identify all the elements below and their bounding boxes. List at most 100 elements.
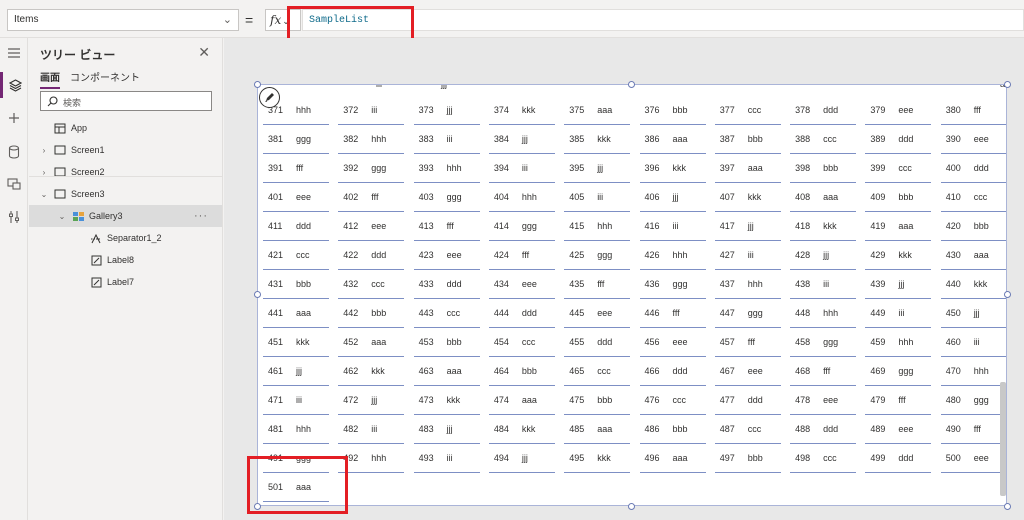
gallery-item[interactable]: 452 aaa	[338, 328, 405, 357]
gallery-item[interactable]: 431 bbb	[263, 270, 329, 299]
tree-node-screen2[interactable]: › Screen2	[29, 161, 222, 183]
gallery-item[interactable]: 429 kkk	[865, 241, 932, 270]
gallery-item[interactable]: 411 ddd	[263, 212, 329, 241]
gallery-item[interactable]: 457 fff	[714, 328, 781, 357]
gallery-item[interactable]: 432 ccc	[338, 270, 405, 299]
gallery-item[interactable]: 375 aaa	[564, 96, 631, 125]
gallery-item[interactable]: 479 fff	[865, 386, 932, 415]
gallery-item[interactable]: 393 hhh	[413, 154, 480, 183]
resize-handle[interactable]	[1004, 81, 1011, 88]
gallery-item[interactable]: 386 aaa	[639, 125, 706, 154]
gallery-item[interactable]: 483 jjj	[413, 415, 480, 444]
gallery-item[interactable]: 455 ddd	[564, 328, 631, 357]
gallery-item[interactable]: 480 ggg	[940, 386, 1006, 415]
gallery-item[interactable]: 391 fff	[263, 154, 329, 183]
gallery-item[interactable]: 392 ggg	[338, 154, 405, 183]
gallery-item[interactable]: 396 kkk	[639, 154, 706, 183]
gallery-item[interactable]: 372 iii	[338, 96, 405, 125]
gallery-item[interactable]: 450 jjj	[940, 299, 1006, 328]
gallery-item[interactable]: 468 fff	[790, 357, 857, 386]
gallery-item[interactable]: 486 bbb	[639, 415, 706, 444]
gallery-item[interactable]: 381 ggg	[263, 125, 329, 154]
gallery-item[interactable]: 447 ggg	[714, 299, 781, 328]
gallery-item[interactable]: 459 hhh	[865, 328, 932, 357]
gallery-item[interactable]: 474 aaa	[488, 386, 555, 415]
gallery-item[interactable]: 423 eee	[413, 241, 480, 270]
gallery-item[interactable]: 444 ddd	[488, 299, 555, 328]
tree-node-label8[interactable]: Label8	[29, 249, 222, 271]
gallery-item[interactable]: 383 iii	[413, 125, 480, 154]
gallery-item[interactable]: 491 ggg	[263, 444, 329, 473]
gallery-item[interactable]: 463 aaa	[413, 357, 480, 386]
gallery-item[interactable]: 378 ddd	[790, 96, 857, 125]
gallery-item[interactable]: 426 hhh	[639, 241, 706, 270]
gallery-item[interactable]: 501 aaa	[263, 473, 329, 502]
gallery-item[interactable]: 473 kkk	[413, 386, 480, 415]
data-button[interactable]	[0, 139, 28, 165]
gallery-item[interactable]: 389 ddd	[865, 125, 932, 154]
gallery-item[interactable]: 469 ggg	[865, 357, 932, 386]
gallery-item[interactable]: 398 bbb	[790, 154, 857, 183]
gallery-item[interactable]: 488 ddd	[790, 415, 857, 444]
gallery-item[interactable]: 460 iii	[940, 328, 1006, 357]
tree-node-screen3[interactable]: ⌄ Screen3	[29, 183, 222, 205]
gallery-item[interactable]: 448 hhh	[790, 299, 857, 328]
gallery-item[interactable]: 477 ddd	[714, 386, 781, 415]
gallery-item[interactable]: 400 ddd	[940, 154, 1006, 183]
gallery-item[interactable]: 425 ggg	[564, 241, 631, 270]
more-options-icon[interactable]: ···	[194, 210, 208, 222]
gallery-scrollbar[interactable]	[1000, 382, 1006, 496]
gallery-item[interactable]: 472 jjj	[338, 386, 405, 415]
gallery-item[interactable]: 462 kkk	[338, 357, 405, 386]
gallery-item[interactable]: 451 kkk	[263, 328, 329, 357]
gallery-item[interactable]: 467 eee	[714, 357, 781, 386]
gallery-item[interactable]: 497 bbb	[714, 444, 781, 473]
gallery-item[interactable]: 428 jjj	[790, 241, 857, 270]
edit-gallery-button[interactable]	[259, 87, 280, 108]
close-icon[interactable]: ✕	[198, 44, 210, 61]
resize-handle[interactable]	[254, 503, 261, 510]
resize-handle[interactable]	[1004, 503, 1011, 510]
gallery-item[interactable]: 485 aaa	[564, 415, 631, 444]
gallery-item[interactable]: 437 hhh	[714, 270, 781, 299]
gallery-item[interactable]: 404 hhh	[488, 183, 555, 212]
tree-node-gallery3[interactable]: ⌄ Gallery3 ···	[29, 205, 222, 227]
gallery-item[interactable]: 374 kkk	[488, 96, 555, 125]
gallery-item[interactable]: 494 jjj	[488, 444, 555, 473]
gallery-item[interactable]: 409 bbb	[865, 183, 932, 212]
gallery-item[interactable]: 454 ccc	[488, 328, 555, 357]
gallery-item[interactable]: 453 bbb	[413, 328, 480, 357]
gallery-item[interactable]: 395 jjj	[564, 154, 631, 183]
gallery-item[interactable]: 373 jjj	[413, 96, 480, 125]
gallery-item[interactable]: 406 jjj	[639, 183, 706, 212]
fx-button[interactable]: fx⌄	[265, 9, 301, 31]
gallery-item[interactable]: 401 eee	[263, 183, 329, 212]
gallery-item[interactable]: 424 fff	[488, 241, 555, 270]
gallery-item[interactable]: 412 eee	[338, 212, 405, 241]
resize-handle[interactable]	[254, 291, 261, 298]
gallery-item[interactable]: 421 ccc	[263, 241, 329, 270]
gallery-item[interactable]: 449 iii	[865, 299, 932, 328]
gallery-item[interactable]: 476 ccc	[639, 386, 706, 415]
gallery-item[interactable]: 399 ccc	[865, 154, 932, 183]
gallery-item[interactable]: 499 ddd	[865, 444, 932, 473]
resize-handle[interactable]	[1004, 291, 1011, 298]
gallery-item[interactable]: 464 bbb	[488, 357, 555, 386]
gallery-item[interactable]: 461 jjj	[263, 357, 329, 386]
gallery-item[interactable]: 492 hhh	[338, 444, 405, 473]
gallery-item[interactable]: 430 aaa	[940, 241, 1006, 270]
resize-handle[interactable]	[628, 81, 635, 88]
gallery-item[interactable]: 390 eee	[940, 125, 1006, 154]
gallery-item[interactable]: 489 eee	[865, 415, 932, 444]
gallery-item[interactable]: 484 kkk	[488, 415, 555, 444]
gallery-item[interactable]: 456 eee	[639, 328, 706, 357]
gallery-item[interactable]: 445 eee	[564, 299, 631, 328]
tab-components[interactable]: コンポーネント	[70, 69, 140, 89]
gallery-item[interactable]: 493 iii	[413, 444, 480, 473]
tree-view-button[interactable]	[0, 72, 28, 98]
gallery-item[interactable]: 415 hhh	[564, 212, 631, 241]
tree-node-app[interactable]: App	[29, 117, 222, 139]
gallery-item[interactable]: 487 ccc	[714, 415, 781, 444]
tree-node-screen1[interactable]: › Screen1	[29, 139, 222, 161]
gallery-item[interactable]: 500 eee	[940, 444, 1006, 473]
